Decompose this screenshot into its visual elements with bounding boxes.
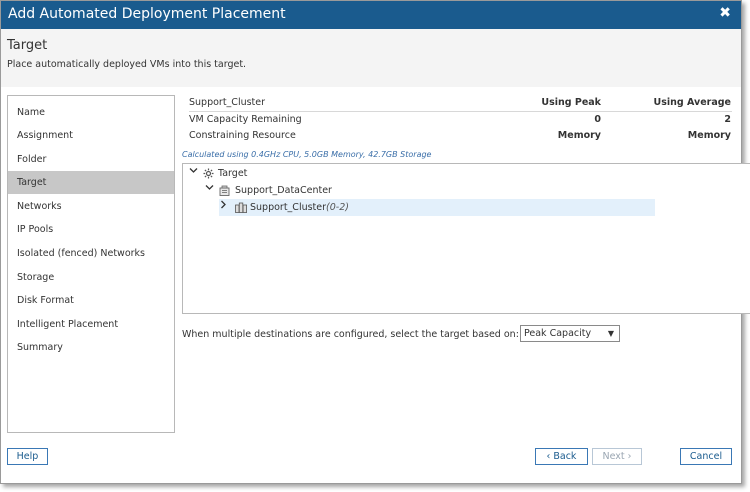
summary-row-constraining: Constraining Resource Memory Memory — [189, 130, 732, 141]
chevron-left-icon: ‹ — [546, 451, 551, 462]
dropdown-arrow-icon[interactable]: ▼ — [608, 326, 614, 341]
page-title: Target — [7, 38, 48, 53]
nav-item-folder[interactable]: Folder — [8, 148, 174, 171]
main-panel: Support_Cluster Using Peak Using Average… — [182, 95, 750, 435]
summary-row-capacity: VM Capacity Remaining 0 2 — [189, 114, 732, 125]
chevron-down-icon[interactable] — [205, 182, 214, 199]
row-peak-value: Memory — [557, 130, 601, 141]
page-header: Target Place automatically deployed VMs … — [1, 29, 741, 87]
cluster-label: Support_Cluster — [250, 202, 327, 213]
gear-icon — [203, 165, 214, 182]
back-label: Back — [553, 451, 577, 462]
title-bar: Add Automated Deployment Placement ✖ — [1, 1, 741, 29]
divider — [189, 111, 732, 112]
selection-label: When multiple destinations are configure… — [182, 329, 519, 340]
summary-header-row: Support_Cluster Using Peak Using Average — [189, 97, 732, 108]
target-basis-select[interactable]: Peak Capacity ▼ — [520, 325, 620, 342]
next-button[interactable]: Next › — [592, 448, 642, 465]
nav-item-name[interactable]: Name — [8, 101, 174, 124]
nav-item-assignment[interactable]: Assignment — [8, 124, 174, 147]
next-label: Next — [602, 451, 625, 462]
nav-item-disk-format[interactable]: Disk Format — [8, 289, 174, 312]
tree-label: Support_DataCenter — [235, 185, 332, 196]
select-value: Peak Capacity — [524, 328, 592, 339]
row-label: Constraining Resource — [189, 130, 296, 141]
wizard-nav: Name Assignment Folder Target Networks I… — [7, 95, 175, 433]
tree-node-cluster[interactable]: Support_Cluster(0-2) — [219, 199, 655, 216]
nav-item-ip-pools[interactable]: IP Pools — [8, 218, 174, 241]
close-icon[interactable]: ✖ — [719, 5, 731, 21]
nav-item-networks[interactable]: Networks — [8, 195, 174, 218]
chevron-right-icon[interactable] — [219, 199, 228, 216]
nav-item-isolated-networks[interactable]: Isolated (fenced) Networks — [8, 242, 174, 265]
page-subtitle: Place automatically deployed VMs into th… — [7, 59, 247, 70]
row-average-value: 2 — [724, 114, 731, 125]
dialog-title: Add Automated Deployment Placement — [8, 6, 286, 22]
nav-item-target[interactable]: Target — [8, 171, 174, 194]
back-button[interactable]: ‹ Back — [535, 448, 588, 465]
row-average-value: Memory — [687, 130, 731, 141]
tree-label: Target — [218, 168, 248, 179]
row-label: VM Capacity Remaining — [189, 114, 302, 125]
datacenter-icon — [219, 182, 230, 199]
calculation-note: Calculated using 0.4GHz CPU, 5.0GB Memor… — [182, 150, 432, 159]
row-peak-value: 0 — [594, 114, 601, 125]
chevron-right-icon: › — [627, 451, 632, 462]
target-tree: Target Support_DataCenter Support_Cluste… — [182, 163, 750, 314]
nav-item-summary[interactable]: Summary — [8, 336, 174, 359]
cancel-button[interactable]: Cancel — [680, 448, 732, 465]
body-area: Name Assignment Folder Target Networks I… — [1, 87, 750, 483]
cluster-name: Support_Cluster — [189, 97, 266, 108]
nav-item-intelligent-placement[interactable]: Intelligent Placement — [8, 313, 174, 336]
cluster-icon — [235, 199, 247, 216]
cluster-capacity-range: (0-2) — [326, 202, 349, 213]
dialog: Add Automated Deployment Placement ✖ Tar… — [0, 0, 750, 484]
nav-item-storage[interactable]: Storage — [8, 266, 174, 289]
tree-label: Support_Cluster(0-2) — [250, 199, 349, 216]
col-using-peak: Using Peak — [541, 97, 601, 108]
col-using-average: Using Average — [653, 97, 731, 108]
help-button[interactable]: Help — [7, 448, 48, 465]
chevron-down-icon[interactable] — [189, 165, 198, 182]
